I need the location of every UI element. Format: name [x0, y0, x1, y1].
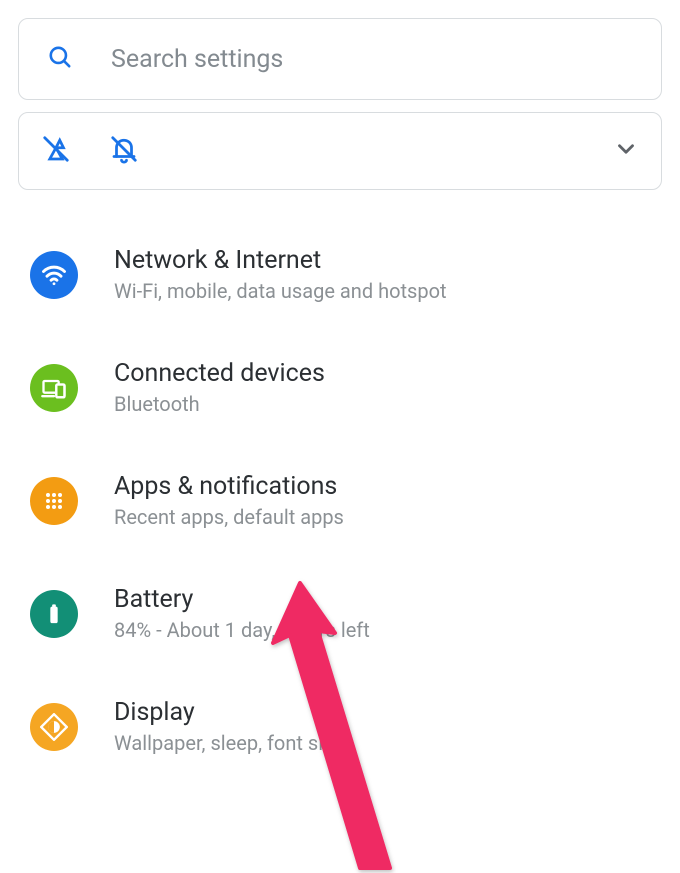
search-input[interactable]: Search settings — [18, 18, 662, 100]
item-subtitle: 84% - About 1 day, 10 hrs left — [114, 618, 370, 642]
apps-icon — [30, 477, 78, 525]
item-subtitle: Wi-Fi, mobile, data usage and hotspot — [114, 279, 447, 303]
item-title: Network & Internet — [114, 246, 447, 275]
item-subtitle: Wallpaper, sleep, font size — [114, 731, 343, 755]
notifications-off-icon — [109, 134, 139, 168]
item-subtitle: Recent apps, default apps — [114, 505, 344, 529]
item-title: Display — [114, 698, 343, 727]
devices-icon — [30, 364, 78, 412]
settings-list: Network & Internet Wi-Fi, mobile, data u… — [18, 218, 662, 783]
item-title: Connected devices — [114, 359, 325, 388]
settings-item-apps-notifications[interactable]: Apps & notifications Recent apps, defaul… — [18, 444, 662, 557]
settings-item-connected-devices[interactable]: Connected devices Bluetooth — [18, 331, 662, 444]
item-title: Battery — [114, 585, 370, 614]
settings-item-network[interactable]: Network & Internet Wi-Fi, mobile, data u… — [18, 218, 662, 331]
item-title: Apps & notifications — [114, 472, 344, 501]
brightness-icon — [30, 703, 78, 751]
quick-suggestions-panel[interactable] — [18, 112, 662, 190]
chevron-down-icon — [613, 136, 639, 166]
wifi-icon — [30, 251, 78, 299]
battery-icon — [30, 590, 78, 638]
settings-item-battery[interactable]: Battery 84% - About 1 day, 10 hrs left — [18, 557, 662, 670]
search-icon — [47, 44, 73, 74]
search-placeholder: Search settings — [111, 45, 283, 74]
settings-item-display[interactable]: Display Wallpaper, sleep, font size — [18, 670, 662, 783]
item-subtitle: Bluetooth — [114, 392, 325, 416]
data-off-icon — [41, 134, 71, 168]
